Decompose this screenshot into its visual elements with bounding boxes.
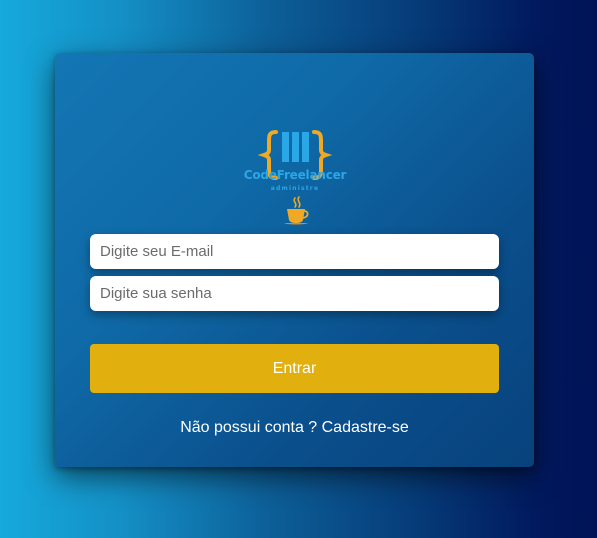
login-button[interactable]: Entrar [90, 344, 499, 393]
password-field[interactable] [90, 276, 499, 311]
brand-logo: CodeFreelancer administre [236, 128, 354, 234]
brand-tagline: administre [270, 185, 320, 192]
signup-link[interactable]: Não possui conta ? Cadastre-se [55, 419, 534, 437]
email-field[interactable] [90, 234, 499, 269]
coffee-cup-icon [284, 196, 309, 225]
brand-name: CodeFreelancer [243, 168, 347, 182]
login-card: CodeFreelancer administre Entrar Não pos… [55, 53, 534, 467]
